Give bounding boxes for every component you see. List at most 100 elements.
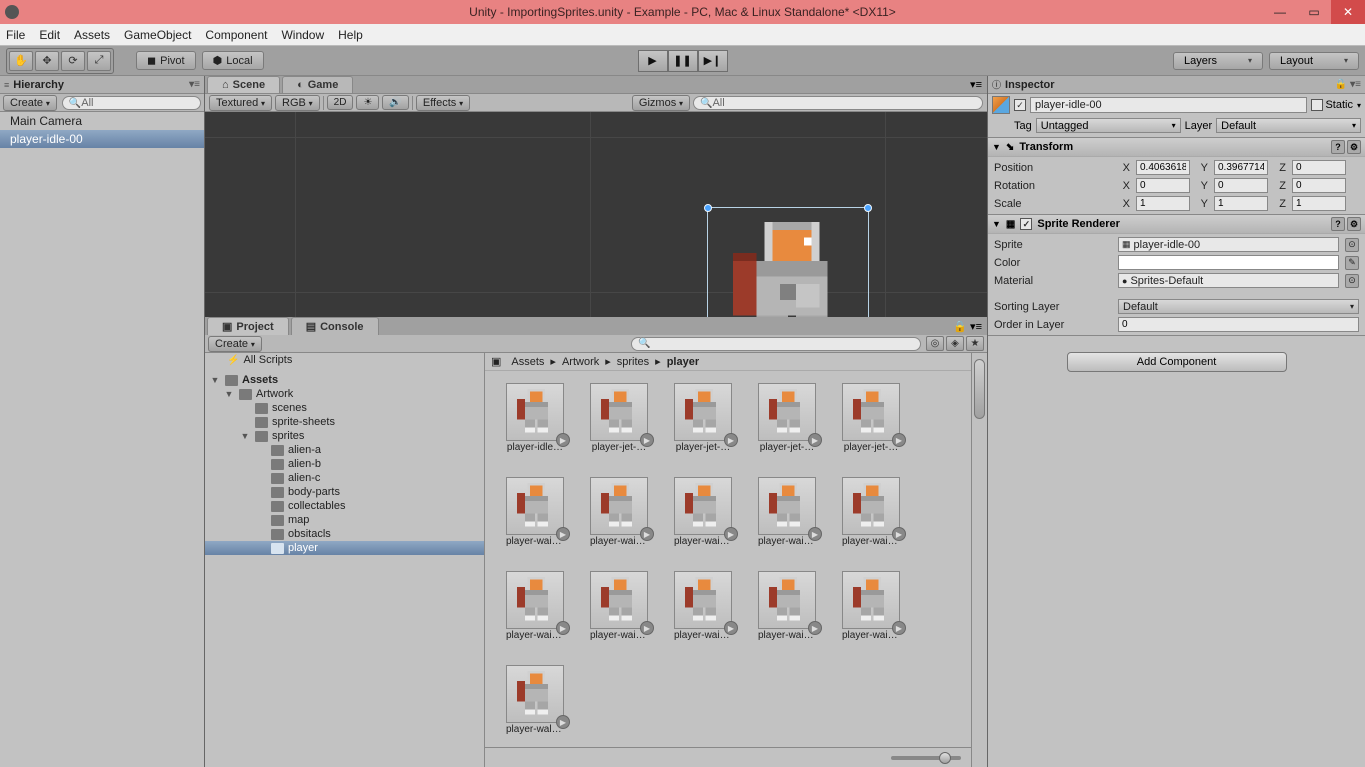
- asset-thumbnail[interactable]: ▶: [506, 665, 564, 723]
- asset-item[interactable]: ▶player-jet-…: [673, 383, 733, 453]
- sprite-field[interactable]: ▦player-idle-00: [1118, 237, 1339, 252]
- asset-thumbnail[interactable]: ▶: [842, 383, 900, 441]
- tree-item[interactable]: map: [205, 513, 484, 527]
- menu-gameobject[interactable]: GameObject: [124, 28, 191, 42]
- pause-button[interactable]: ❚❚: [668, 50, 698, 72]
- asset-item[interactable]: ▶player-jet-…: [589, 383, 649, 453]
- expand-icon[interactable]: ▶: [556, 621, 570, 635]
- scene-pane-menu-icon[interactable]: ▾≡: [965, 76, 987, 93]
- sortinglayer-dropdown[interactable]: Default▾: [1118, 299, 1359, 314]
- expand-icon[interactable]: ▶: [556, 715, 570, 729]
- rot-z-input[interactable]: [1292, 178, 1346, 193]
- inspector-pane-menu-icon[interactable]: 🔒 ▾≡: [1335, 79, 1361, 90]
- gear-icon[interactable]: ⚙: [1347, 217, 1361, 231]
- component-enabled-checkbox[interactable]: ✓: [1020, 218, 1032, 230]
- hierarchy-list[interactable]: Main Camera player-idle-00: [0, 112, 204, 767]
- asset-thumbnail[interactable]: ▶: [674, 383, 732, 441]
- search-by-type-button[interactable]: ◎: [926, 336, 944, 351]
- scale-x-input[interactable]: [1136, 196, 1190, 211]
- asset-item[interactable]: ▶player-wait…: [589, 477, 649, 547]
- layer-dropdown[interactable]: Default▾: [1216, 118, 1361, 133]
- close-button[interactable]: ✕: [1331, 0, 1365, 24]
- inspector-header[interactable]: ⓘInspector 🔒 ▾≡: [988, 76, 1365, 94]
- tab-project[interactable]: ▣Project: [207, 317, 289, 335]
- 2d-toggle[interactable]: 2D: [327, 95, 354, 110]
- asset-thumbnail[interactable]: ▶: [674, 477, 732, 535]
- active-checkbox[interactable]: ✓: [1014, 99, 1026, 111]
- gameobject-name-input[interactable]: [1030, 97, 1307, 113]
- menu-window[interactable]: Window: [281, 28, 324, 42]
- scale-z-input[interactable]: [1292, 196, 1346, 211]
- asset-thumbnail[interactable]: ▶: [842, 477, 900, 535]
- help-icon[interactable]: ?: [1331, 217, 1345, 231]
- asset-item[interactable]: ▶player-wait…: [505, 477, 565, 547]
- tree-item-player[interactable]: player: [205, 541, 484, 555]
- expand-icon[interactable]: ▶: [724, 621, 738, 635]
- asset-thumbnail[interactable]: ▶: [506, 477, 564, 535]
- handle-icon[interactable]: [704, 204, 712, 212]
- pivot-toggle[interactable]: ◼ Pivot: [136, 51, 196, 70]
- asset-item[interactable]: ▶player-wait…: [841, 477, 901, 547]
- tag-dropdown[interactable]: Untagged▾: [1036, 118, 1181, 133]
- object-picker-icon[interactable]: ⊙: [1345, 238, 1359, 252]
- hand-tool[interactable]: ✋: [9, 51, 33, 71]
- layers-dropdown[interactable]: Layers▾: [1173, 52, 1263, 70]
- asset-thumbnail[interactable]: ▶: [590, 477, 648, 535]
- asset-thumbnail[interactable]: ▶: [842, 571, 900, 629]
- help-icon[interactable]: ?: [1331, 140, 1345, 154]
- thumbnail-size-slider[interactable]: [891, 756, 961, 760]
- menu-file[interactable]: File: [6, 28, 25, 42]
- rot-x-input[interactable]: [1136, 178, 1190, 193]
- hierarchy-header[interactable]: ≡Hierarchy ▾≡: [0, 76, 204, 94]
- object-picker-icon[interactable]: ⊙: [1345, 274, 1359, 288]
- tab-scene[interactable]: ⌂Scene: [207, 76, 280, 93]
- tree-item[interactable]: obsitacls: [205, 527, 484, 541]
- asset-thumbnail[interactable]: ▶: [758, 383, 816, 441]
- gizmos-dropdown[interactable]: Gizmos ▾: [632, 95, 690, 111]
- sound-toggle[interactable]: 🔊: [382, 95, 408, 110]
- gameobject-icon[interactable]: [992, 96, 1010, 114]
- light-toggle[interactable]: ☀: [356, 95, 379, 110]
- tree-item[interactable]: body-parts: [205, 485, 484, 499]
- asset-item[interactable]: ▶player-idle…: [505, 383, 565, 453]
- rot-y-input[interactable]: [1214, 178, 1268, 193]
- tree-item[interactable]: alien-c: [205, 471, 484, 485]
- minimize-button[interactable]: —: [1263, 0, 1297, 24]
- move-tool[interactable]: ✥: [35, 51, 59, 71]
- static-checkbox[interactable]: [1311, 99, 1323, 111]
- color-field[interactable]: [1118, 255, 1339, 270]
- tree-item[interactable]: scenes: [205, 401, 484, 415]
- hierarchy-item[interactable]: player-idle-00: [0, 130, 204, 148]
- tree-item[interactable]: alien-b: [205, 457, 484, 471]
- expand-icon[interactable]: ▶: [808, 433, 822, 447]
- play-button[interactable]: ▶: [638, 50, 668, 72]
- expand-icon[interactable]: ▶: [556, 433, 570, 447]
- add-component-button[interactable]: Add Component: [1067, 352, 1287, 372]
- scale-tool[interactable]: ⤢: [87, 51, 111, 71]
- asset-thumbnail[interactable]: ▶: [758, 477, 816, 535]
- menu-component[interactable]: Component: [205, 28, 267, 42]
- expand-icon[interactable]: ▶: [640, 433, 654, 447]
- handle-icon[interactable]: [864, 204, 872, 212]
- effects-dropdown[interactable]: Effects ▾: [416, 95, 470, 111]
- expand-icon[interactable]: ▶: [808, 527, 822, 541]
- asset-item[interactable]: ▶player-wait…: [757, 477, 817, 547]
- material-field[interactable]: ●Sprites-Default: [1118, 273, 1339, 288]
- expand-icon[interactable]: ▶: [724, 433, 738, 447]
- asset-item[interactable]: ▶player-wait…: [673, 477, 733, 547]
- tree-item[interactable]: alien-a: [205, 443, 484, 457]
- local-toggle[interactable]: ⬢ Local: [202, 51, 264, 70]
- expand-icon[interactable]: ▶: [892, 527, 906, 541]
- tree-item[interactable]: sprite-sheets: [205, 415, 484, 429]
- asset-item[interactable]: ▶player-wait…: [757, 571, 817, 641]
- hierarchy-search-input[interactable]: 🔍All: [62, 96, 201, 110]
- tree-item[interactable]: ⚡All Scripts: [205, 353, 484, 367]
- component-header[interactable]: ▼⬊Transform ?⚙: [988, 138, 1365, 157]
- asset-thumbnail[interactable]: ▶: [590, 571, 648, 629]
- tab-game[interactable]: ◐Game: [282, 76, 353, 93]
- expand-icon[interactable]: ▶: [724, 527, 738, 541]
- expand-icon[interactable]: ▶: [808, 621, 822, 635]
- orderinlayer-input[interactable]: [1118, 317, 1359, 332]
- asset-item[interactable]: ▶player-wait…: [841, 571, 901, 641]
- asset-item[interactable]: ▶player-jet-…: [841, 383, 901, 453]
